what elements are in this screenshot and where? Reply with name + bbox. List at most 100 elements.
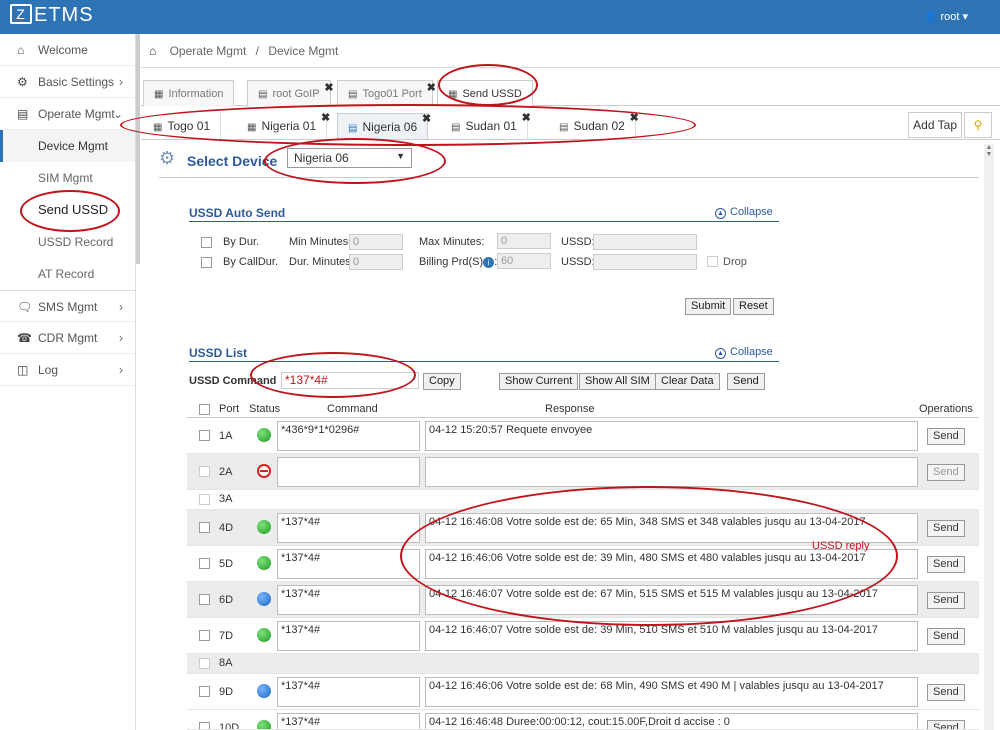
row-command-input[interactable] [277, 457, 420, 487]
sidebar-item-operate-mgmt[interactable]: ▤ Operate Mgmt ⌄ [0, 98, 135, 130]
home-icon[interactable]: ⌂ [149, 44, 156, 58]
row-command-input[interactable]: *137*4# [277, 621, 420, 651]
auto-send-collapse[interactable]: ▲ Collapse [715, 206, 773, 219]
drop-checkbox[interactable] [707, 256, 718, 267]
ussd-input-1[interactable] [593, 234, 697, 250]
copy-button[interactable]: Copy [423, 373, 461, 390]
row-checkbox[interactable] [199, 658, 210, 669]
device-tabs: ▦ Togo 01 ▦ Nigeria 01 ✖ ▤ Nigeria 06 ✖ ▤ Suda… [141, 110, 1000, 140]
breadcrumb-part-1[interactable]: Operate Mgmt [170, 44, 247, 58]
close-icon[interactable]: ✖ [427, 75, 436, 101]
device-tab-nigeria-01[interactable]: ▦ Nigeria 01 ✖ [237, 112, 330, 139]
scroll-up-icon[interactable]: ▲ [984, 144, 994, 151]
row-command-input[interactable]: *436*9*1*0296# [277, 421, 420, 451]
row-send-button[interactable]: Send [927, 592, 965, 609]
dur-minutes-input[interactable]: 0 [349, 254, 403, 270]
row-checkbox[interactable] [199, 594, 210, 605]
sidebar-item-label: SMS Mgmt [38, 300, 98, 314]
row-command-input[interactable]: *137*4# [277, 713, 420, 729]
sidebar-subitem-sim-mgmt[interactable]: SIM Mgmt [0, 162, 135, 194]
sidebar-item-sms-mgmt[interactable]: 🗨 SMS Mgmt › [0, 290, 135, 322]
ussd-input-2[interactable] [593, 254, 697, 270]
content-scrollbar[interactable]: ▲ ▼ [984, 144, 994, 730]
row-command-input[interactable]: *137*4# [277, 549, 420, 579]
row-command-input[interactable]: *137*4# [277, 585, 420, 615]
row-command-input[interactable]: *137*4# [277, 513, 420, 543]
grid-icon: ▦ [154, 89, 164, 100]
tab-information[interactable]: ▦ Information [143, 80, 235, 106]
sidebar-item-log[interactable]: ◫ Log › [0, 354, 135, 386]
row-checkbox[interactable] [199, 494, 210, 505]
select-all-checkbox[interactable] [199, 404, 210, 415]
device-tab-label: Sudan 01 [465, 119, 517, 133]
row-send-button[interactable]: Send [927, 684, 965, 701]
reset-button[interactable]: Reset [733, 298, 774, 315]
close-icon[interactable]: ✖ [522, 105, 531, 131]
row-checkbox[interactable] [199, 722, 210, 729]
clear-data-button[interactable]: Clear Data [655, 373, 720, 390]
sidebar-item-basic-settings[interactable]: ⚙ Basic Settings › [0, 66, 135, 98]
search-icon[interactable]: ⚲ [964, 112, 992, 138]
row-port: 9D [219, 686, 234, 698]
row-checkbox[interactable] [199, 466, 210, 477]
chevron-right-icon: › [119, 75, 123, 89]
tab-label: Information [168, 88, 224, 100]
row-checkbox[interactable] [199, 430, 210, 441]
ussd-list-title: USSD List [189, 346, 248, 360]
sidebar-item-label: Welcome [38, 43, 88, 57]
show-all-sim-button[interactable]: Show All SIM [579, 373, 656, 390]
row-checkbox[interactable] [199, 686, 210, 697]
row-send-button[interactable]: Send [927, 428, 965, 445]
row-send-button[interactable]: Send [927, 464, 965, 481]
row-send-button[interactable]: Send [927, 556, 965, 573]
sidebar-scrollbar[interactable] [136, 34, 140, 264]
min-minutes-input[interactable]: 0 [349, 234, 403, 250]
row-send-button[interactable]: Send [927, 520, 965, 537]
ussd-list-collapse[interactable]: ▲ Collapse [715, 346, 773, 359]
max-minutes-input[interactable]: 0 [497, 233, 551, 249]
scroll-down-icon[interactable]: ▼ [984, 151, 994, 158]
device-tab-sudan-01[interactable]: ▤ Sudan 01 ✖ [441, 112, 531, 139]
billing-input[interactable]: 60 [497, 253, 551, 269]
sidebar-subitem-at-record[interactable]: AT Record [0, 258, 135, 290]
ussd-command-input[interactable]: *137*4# [281, 372, 419, 389]
close-icon[interactable]: ✖ [324, 75, 333, 101]
row-checkbox[interactable] [199, 630, 210, 641]
close-icon[interactable]: ✖ [321, 105, 330, 131]
row-response: 04-12 16:46:48 Duree:00:00:12, cout:15.0… [425, 713, 918, 729]
show-current-button[interactable]: Show Current [499, 373, 579, 390]
close-icon[interactable]: ✖ [422, 106, 431, 132]
sidebar-item-welcome[interactable]: ⌂ Welcome [0, 34, 135, 66]
home-icon: ⌂ [17, 43, 25, 57]
row-checkbox[interactable] [199, 522, 210, 533]
sidebar-subitem-send-ussd[interactable]: Send USSD [0, 194, 135, 226]
sidebar-item-cdr-mgmt[interactable]: ☎ CDR Mgmt › [0, 322, 135, 354]
row-send-button[interactable]: Send [927, 628, 965, 645]
submit-button[interactable]: Submit [685, 298, 732, 315]
row-checkbox[interactable] [199, 558, 210, 569]
by-dur-checkbox[interactable] [201, 237, 212, 248]
by-calldur-checkbox[interactable] [201, 257, 212, 268]
add-tap-button[interactable]: Add Tap [908, 112, 962, 138]
close-icon[interactable]: ✖ [630, 105, 639, 131]
row-command-input[interactable]: *137*4# [277, 677, 420, 707]
tab-send-ussd[interactable]: ▦ Send USSD [437, 80, 533, 107]
tab-togo01-port[interactable]: ▤ Togo01 Port ✖ [337, 80, 436, 106]
breadcrumb: ⌂ Operate Mgmt / Device Mgmt [141, 34, 1000, 68]
user-menu[interactable]: 👤 root ▾ [924, 10, 968, 23]
sidebar-subitem-device-mgmt[interactable]: Device Mgmt [0, 130, 135, 162]
device-tab-togo-01[interactable]: ▦ Togo 01 [143, 113, 222, 139]
auto-send-title: USSD Auto Send [189, 206, 286, 220]
tab-root-goip[interactable]: ▤ root GoIP ✖ [247, 80, 334, 106]
device-tab-nigeria-06[interactable]: ▤ Nigeria 06 ✖ [337, 113, 431, 139]
app-logo[interactable]: Z ETMS [10, 4, 94, 27]
sidebar-subitem-ussd-record[interactable]: USSD Record [0, 226, 135, 258]
row-send-button[interactable]: Send [927, 720, 965, 729]
device-tab-sudan-02[interactable]: ▤ Sudan 02 ✖ [549, 112, 639, 139]
breadcrumb-part-2[interactable]: Device Mgmt [268, 44, 338, 58]
status-online-icon [257, 628, 271, 642]
caret-down-icon: ▾ [962, 11, 968, 23]
device-select[interactable]: Nigeria 06 ▼ [287, 148, 412, 168]
log-icon: ◫ [17, 363, 29, 377]
send-all-button[interactable]: Send [727, 373, 765, 390]
